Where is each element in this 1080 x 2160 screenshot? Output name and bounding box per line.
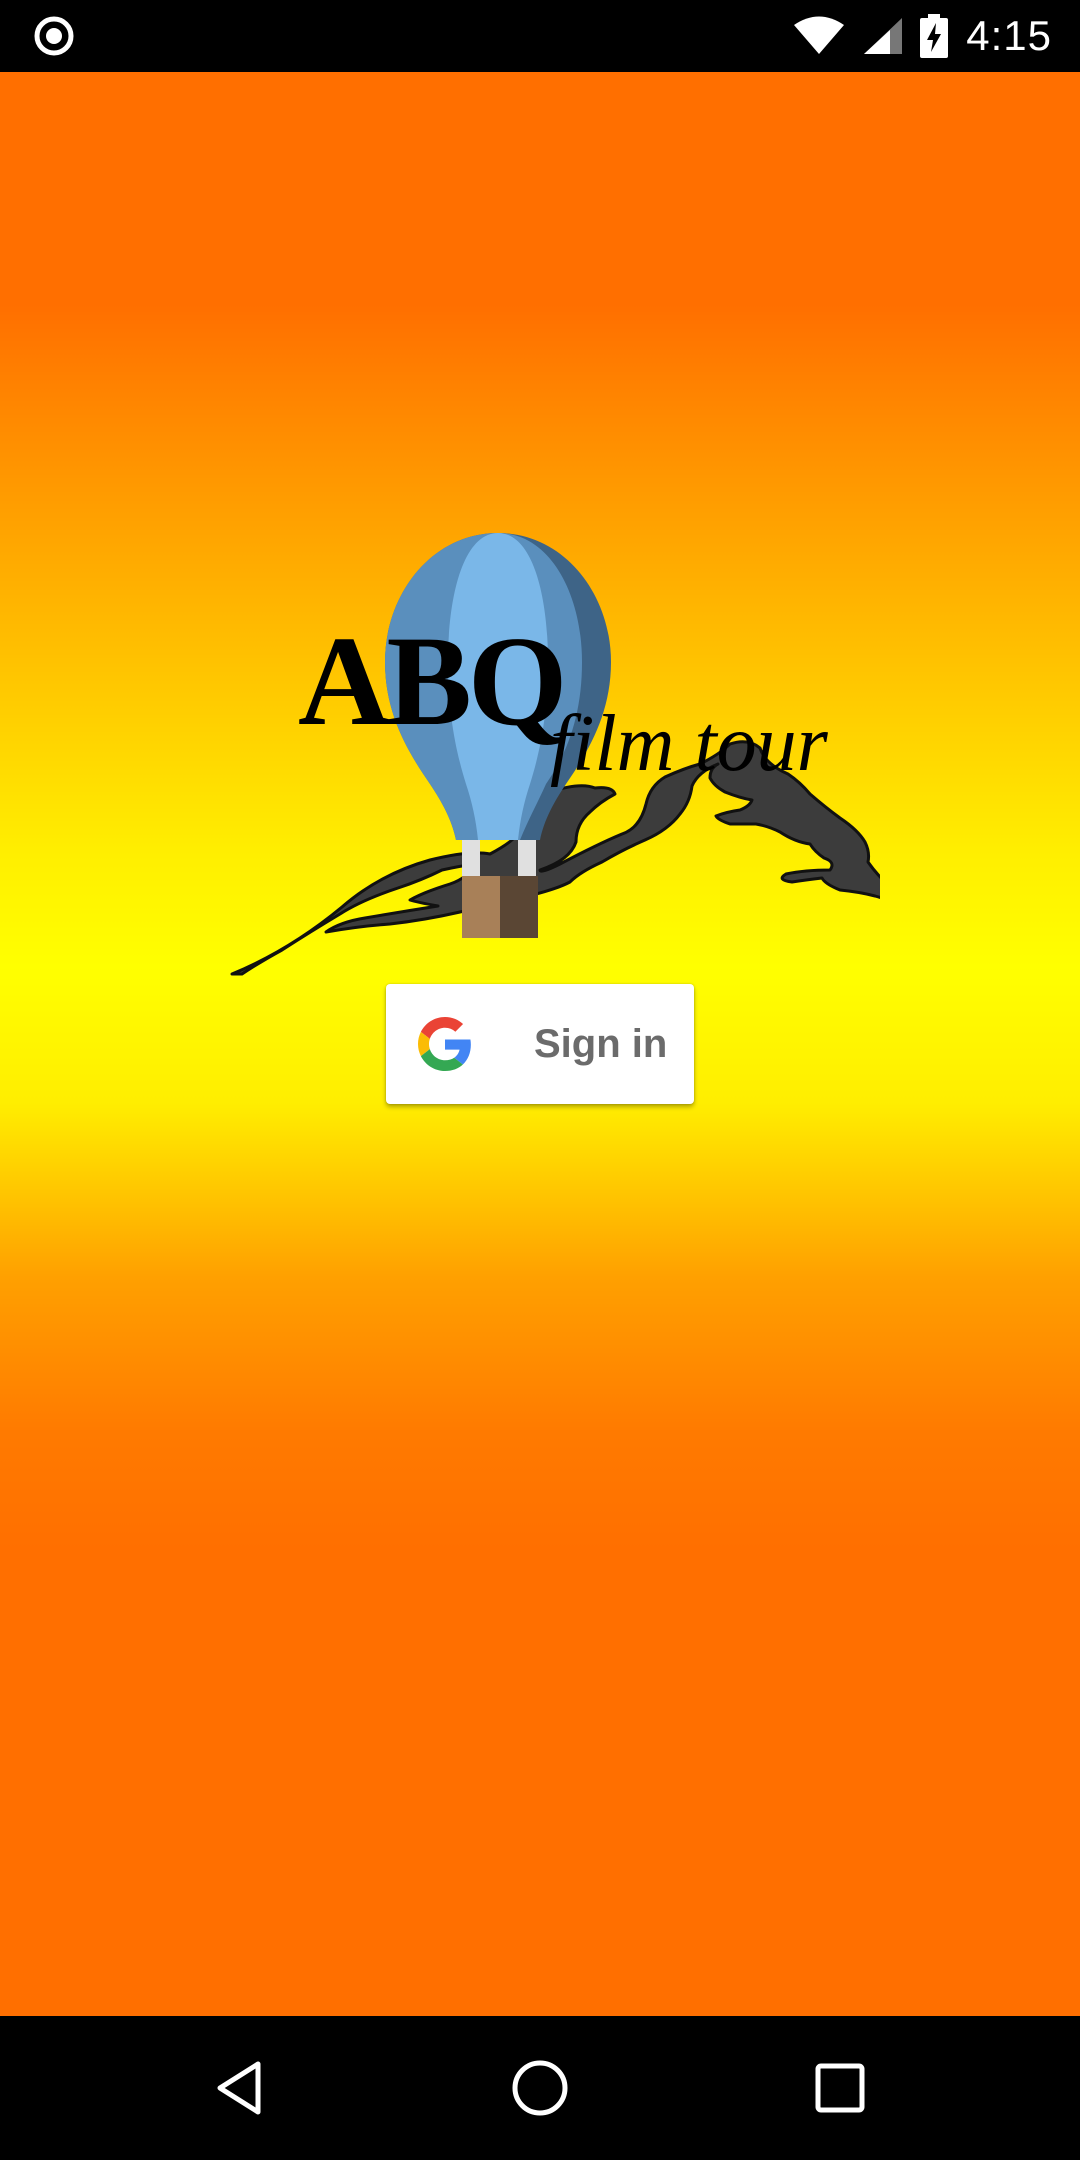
battery-charging-icon	[920, 14, 949, 58]
logo-title-main: ABQ	[298, 610, 563, 752]
back-icon[interactable]	[210, 2058, 270, 2118]
status-time: 4:15	[966, 12, 1052, 59]
screen: 4:15 ABQ film tour Sign in	[0, 0, 1080, 2160]
sign-in-label: Sign in	[534, 1022, 668, 1066]
home-icon[interactable]	[510, 2058, 570, 2118]
recents-icon[interactable]	[810, 2058, 870, 2118]
login-background: ABQ film tour Sign in	[0, 72, 1080, 2016]
record-indicator-icon	[34, 16, 74, 56]
google-g-icon	[418, 1017, 471, 1071]
cell-signal-icon	[864, 18, 903, 54]
logo-title-sub: film tour	[550, 700, 829, 788]
app-logo: ABQ film tour	[230, 533, 880, 976]
google-sign-in-button[interactable]: Sign in	[386, 984, 694, 1104]
navigation-bar	[0, 2016, 1080, 2160]
wifi-icon	[794, 16, 845, 54]
status-bar: 4:15	[0, 0, 1080, 72]
